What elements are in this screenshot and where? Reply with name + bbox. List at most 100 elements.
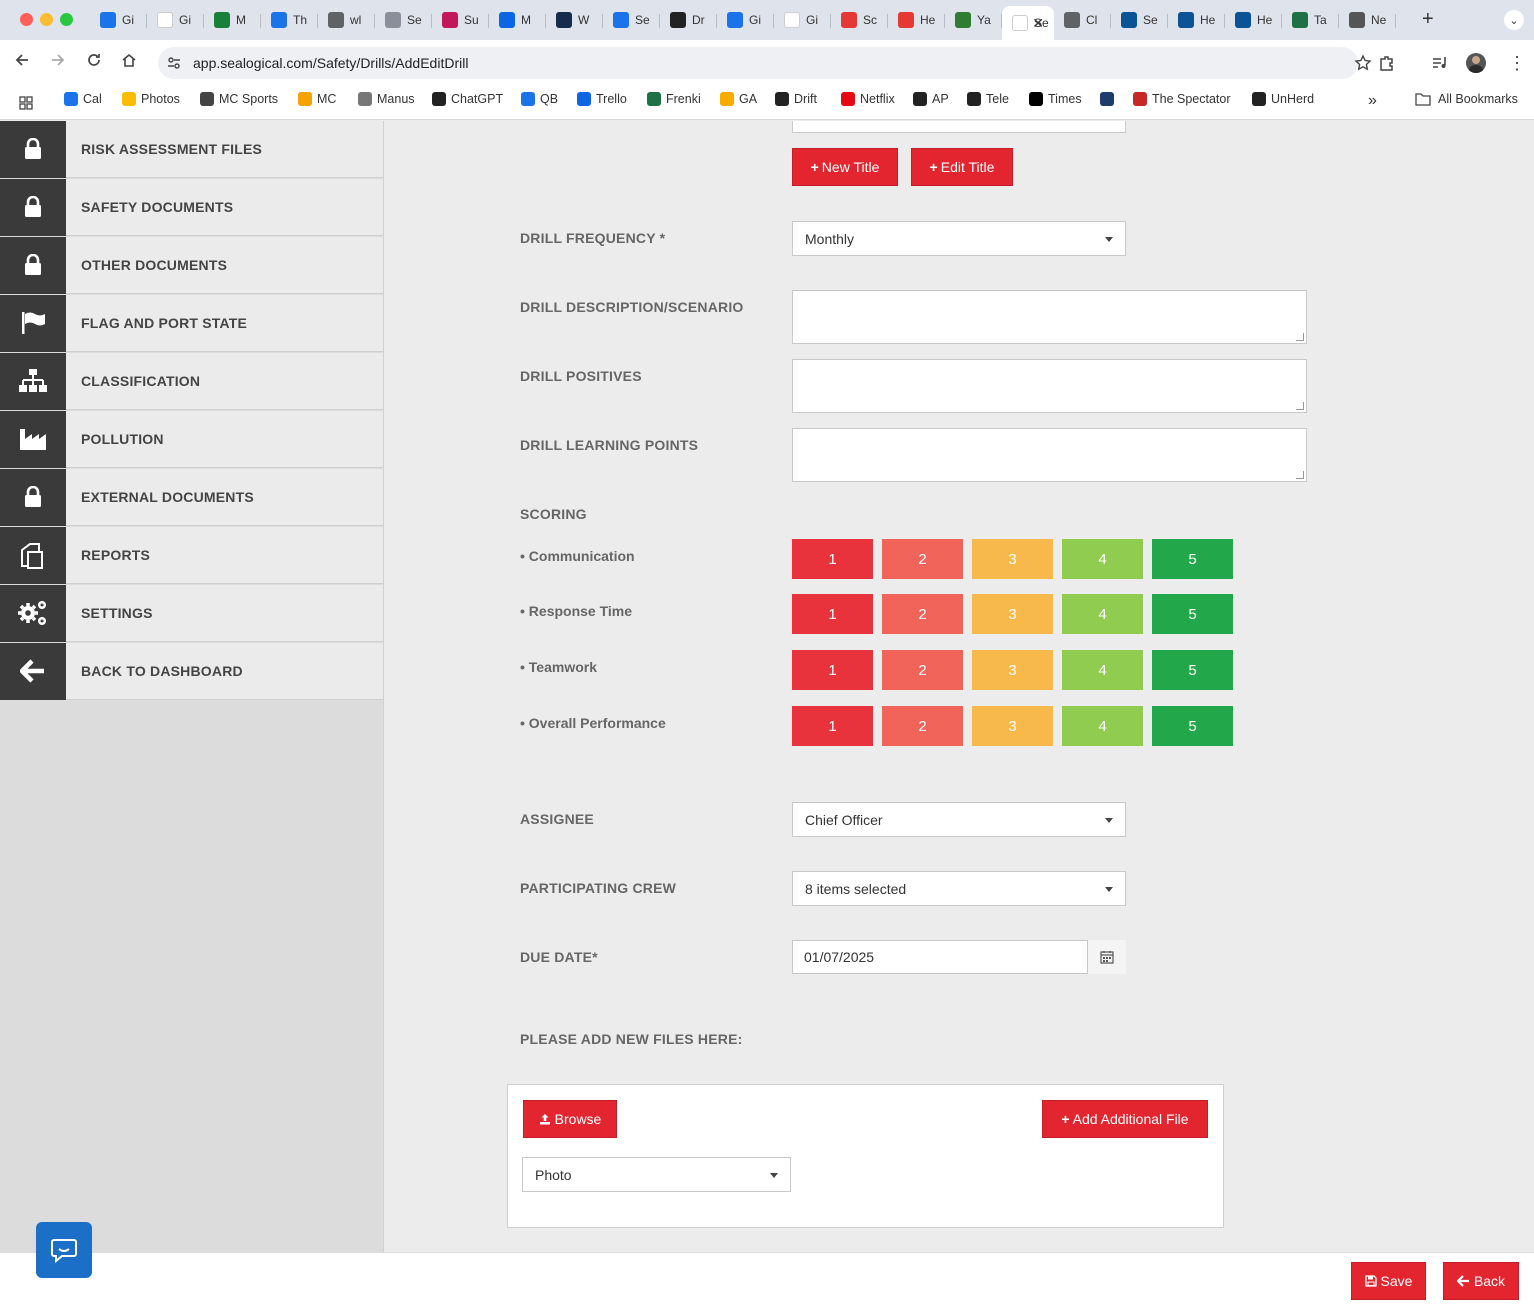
score-button[interactable]: 5 [1152, 594, 1233, 634]
browser-tab[interactable]: Ya [945, 6, 1002, 34]
browser-tab[interactable]: Sc [831, 6, 888, 34]
close-tab-icon[interactable]: ✕ [1032, 15, 1044, 32]
browser-tab[interactable]: Se ✕ [1002, 6, 1054, 40]
sidebar-item-pollution[interactable]: POLLUTION [0, 410, 383, 468]
tab-search-button[interactable]: ⌄ [1504, 10, 1524, 30]
browse-button[interactable]: Browse [523, 1100, 617, 1138]
sidebar-item-settings[interactable]: SETTINGS [0, 584, 383, 642]
bookmark-item[interactable]: MC Sports [200, 92, 278, 106]
drill-frequency-select[interactable]: Monthly [792, 221, 1126, 256]
forward-nav-button[interactable] [50, 52, 66, 73]
sidebar-item-flag-and-port-state[interactable]: FLAG AND PORT STATE [0, 294, 383, 352]
file-type-select[interactable]: Photo [522, 1157, 791, 1192]
browser-tab[interactable]: Ta [1282, 6, 1339, 34]
drill-positives-textarea[interactable] [792, 359, 1307, 413]
browser-tab[interactable]: M [204, 6, 261, 34]
site-settings-icon[interactable] [166, 55, 182, 71]
sidebar-item-safety-documents[interactable]: SAFETY DOCUMENTS [0, 178, 383, 236]
browser-tab[interactable]: Ne [1339, 6, 1396, 34]
close-window-button[interactable] [20, 13, 33, 26]
bookmark-item[interactable]: Cal [64, 92, 102, 106]
score-button[interactable]: 1 [792, 539, 873, 579]
reload-button[interactable] [86, 52, 102, 73]
browser-tab[interactable]: Gi [90, 6, 147, 34]
bookmark-item[interactable]: Frenki [647, 92, 701, 106]
new-title-button[interactable]: + New Title [792, 148, 898, 186]
sidebar-item-other-documents[interactable]: OTHER DOCUMENTS [0, 236, 383, 294]
bookmark-item[interactable]: Photos [122, 92, 180, 106]
browser-tab[interactable]: Se [375, 6, 432, 34]
bookmark-item[interactable]: Netflix [841, 92, 895, 106]
score-button[interactable]: 2 [882, 706, 963, 746]
bookmark-item[interactable] [1100, 92, 1119, 106]
browser-tab[interactable]: Gi [774, 6, 831, 34]
score-button[interactable]: 4 [1062, 650, 1143, 690]
browser-tab[interactable]: W [546, 6, 603, 34]
browser-menu-icon[interactable]: ⋮ [1508, 53, 1526, 74]
bookmark-item[interactable]: The Spectator [1133, 92, 1231, 106]
score-button[interactable]: 4 [1062, 594, 1143, 634]
score-button[interactable]: 5 [1152, 706, 1233, 746]
browser-tab[interactable]: Gi [147, 6, 204, 34]
browser-tab[interactable]: Th [261, 6, 318, 34]
sidebar-item-risk-assessment-files[interactable]: RISK ASSESSMENT FILES [0, 120, 383, 178]
score-button[interactable]: 2 [882, 594, 963, 634]
add-additional-file-button[interactable]: + Add Additional File [1042, 1100, 1208, 1138]
sidebar-item-reports[interactable]: REPORTS [0, 526, 383, 584]
bookmark-item[interactable]: AP [913, 92, 949, 106]
home-button[interactable] [121, 52, 137, 73]
browser-tab[interactable]: Gi [717, 6, 774, 34]
bookmark-item[interactable]: UnHerd [1252, 92, 1314, 106]
browser-tab[interactable]: He [1168, 6, 1225, 34]
extensions-icon[interactable] [1378, 54, 1396, 72]
sidebar-item-classification[interactable]: CLASSIFICATION [0, 352, 383, 410]
browser-tab[interactable]: Su [432, 6, 489, 34]
sidebar-item-back-to-dashboard[interactable]: BACK TO DASHBOARD [0, 642, 383, 700]
browser-tab[interactable]: He [888, 6, 945, 34]
new-tab-button[interactable]: + [1422, 8, 1434, 31]
save-button[interactable]: Save [1351, 1262, 1426, 1300]
bookmark-star-icon[interactable] [1354, 54, 1372, 72]
bookmark-item[interactable]: Manus [358, 92, 415, 106]
bookmark-item[interactable]: Tele [967, 92, 1009, 106]
browser-tab[interactable]: Dr [660, 6, 717, 34]
score-button[interactable]: 3 [972, 539, 1053, 579]
chat-widget-button[interactable] [36, 1222, 92, 1278]
date-picker-button[interactable] [1087, 940, 1126, 974]
sidebar-item-external-documents[interactable]: EXTERNAL DOCUMENTS [0, 468, 383, 526]
bookmark-item[interactable]: ChatGPT [432, 92, 503, 106]
apps-grid-icon[interactable] [18, 95, 34, 111]
maximize-window-button[interactable] [60, 13, 73, 26]
bookmark-item[interactable]: MC [298, 92, 336, 106]
assignee-select[interactable]: Chief Officer [792, 802, 1126, 837]
score-button[interactable]: 1 [792, 650, 873, 690]
bookmark-item[interactable]: QB [521, 92, 558, 106]
media-controls-icon[interactable] [1431, 54, 1449, 72]
score-button[interactable]: 2 [882, 539, 963, 579]
minimize-window-button[interactable] [40, 13, 53, 26]
score-button[interactable]: 3 [972, 706, 1053, 746]
score-button[interactable]: 1 [792, 594, 873, 634]
browser-tab[interactable]: wl [318, 6, 375, 34]
more-bookmarks-button[interactable]: » [1368, 92, 1377, 110]
participating-crew-select[interactable]: 8 items selected [792, 871, 1126, 906]
bookmark-item[interactable]: GA [720, 92, 757, 106]
back-nav-button[interactable] [14, 52, 30, 73]
back-button[interactable]: Back [1443, 1262, 1519, 1300]
browser-tab[interactable]: Se [1111, 6, 1168, 34]
bookmark-item[interactable]: Drift [775, 92, 817, 106]
drill-description-textarea[interactable] [792, 290, 1307, 344]
browser-tab[interactable]: M [489, 6, 546, 34]
score-button[interactable]: 3 [972, 594, 1053, 634]
bookmark-item[interactable]: Times [1029, 92, 1082, 106]
profile-avatar[interactable] [1466, 53, 1486, 73]
drill-title-select[interactable] [792, 121, 1126, 133]
drill-learning-points-textarea[interactable] [792, 428, 1307, 482]
browser-tab[interactable]: He [1225, 6, 1282, 34]
score-button[interactable]: 3 [972, 650, 1053, 690]
browser-tab[interactable]: Se [603, 6, 660, 34]
score-button[interactable]: 4 [1062, 539, 1143, 579]
score-button[interactable]: 1 [792, 706, 873, 746]
bookmark-item[interactable]: Trello [577, 92, 627, 106]
score-button[interactable]: 5 [1152, 650, 1233, 690]
